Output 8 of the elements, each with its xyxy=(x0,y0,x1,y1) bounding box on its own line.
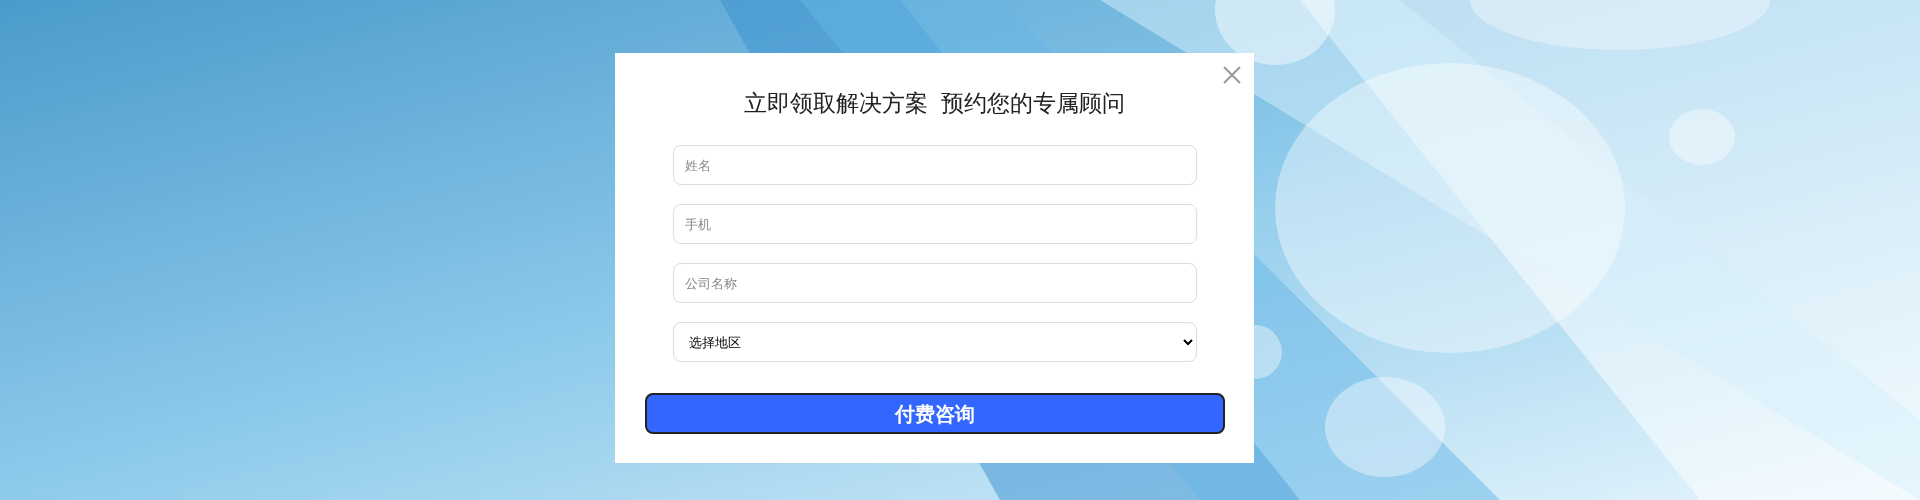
region-select[interactable]: 选择地区 xyxy=(672,322,1197,362)
submit-button[interactable]: 付费咨询 xyxy=(644,393,1225,434)
input-field[interactable]: 姓名 xyxy=(672,145,1197,185)
close-button[interactable] xyxy=(1222,65,1242,85)
input-field[interactable]: 手机 xyxy=(672,204,1197,244)
dialog-title: 立即领取解决方案 预约您的专属顾问 xyxy=(744,89,1125,118)
close-icon xyxy=(1222,65,1242,85)
input-field[interactable]: 公司名称 xyxy=(672,263,1197,303)
